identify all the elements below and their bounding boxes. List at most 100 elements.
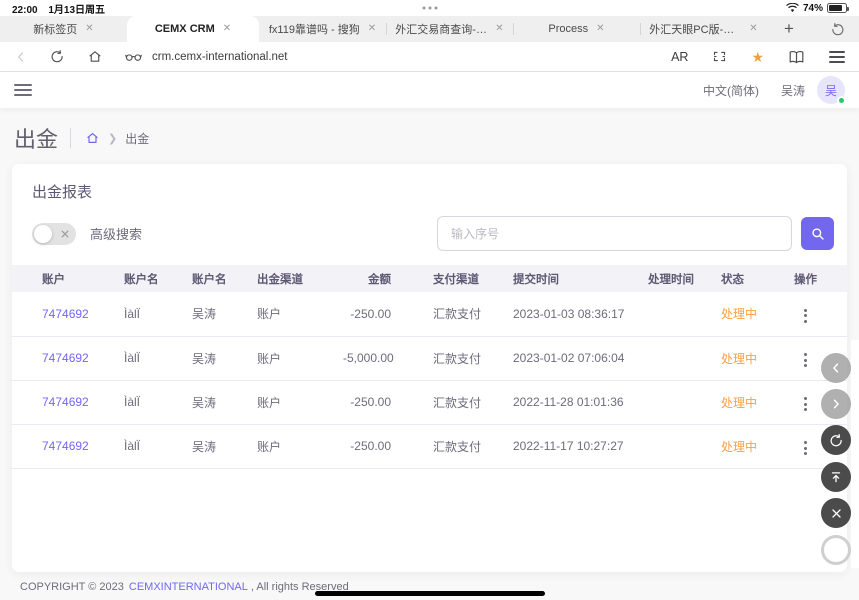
status-bar: 22:00 1月13日周五 74% <box>0 0 859 16</box>
home-icon <box>87 49 103 64</box>
cell-amount: -250.00 <box>331 292 421 336</box>
tab-close-icon[interactable]: ✕ <box>749 24 757 34</box>
brand-link[interactable]: CEMXINTERNATIONAL <box>129 581 248 593</box>
battery-percent: 74% <box>803 3 823 14</box>
app-header: 中文(简体) 吴涛 吴 <box>0 72 859 108</box>
tab-close-icon[interactable]: ✕ <box>85 24 93 34</box>
reload-button[interactable] <box>50 49 65 64</box>
col-header-process-time: 处理时间 <box>636 265 709 292</box>
language-selector[interactable]: 中文(简体) <box>703 82 759 99</box>
cell-submit-time: 2022-11-28 01:01:36 <box>501 380 636 424</box>
row-actions-button[interactable] <box>794 437 817 459</box>
row-actions-button[interactable] <box>794 349 817 371</box>
account-link[interactable]: 7474692 <box>42 395 89 409</box>
float-back-button[interactable] <box>821 353 851 383</box>
advanced-search-label: 高级搜索 <box>90 224 142 243</box>
tab-close-icon[interactable]: ✕ <box>495 24 503 34</box>
tab-title: Process <box>548 23 588 35</box>
browser-tab[interactable]: 外汇天眼PC版-查监管 ✕ <box>640 16 767 42</box>
cell-channel: 账户 <box>245 424 331 468</box>
advanced-search-toggle[interactable] <box>32 223 76 245</box>
withdrawals-table: 账户 账户名 账户名 出金渠道 金额 支付渠道 提交时间 处理时间 状态 操作 … <box>12 265 847 469</box>
restore-tab-button[interactable] <box>815 16 859 42</box>
cell-channel: 账户 <box>245 336 331 380</box>
float-refresh-button[interactable] <box>821 425 851 455</box>
browser-toolbar: crm.cemx-international.net AR ★ <box>0 42 859 72</box>
col-header-submit-time: 提交时间 <box>501 265 636 292</box>
multitask-dots-icon <box>422 7 437 10</box>
browser-menu-button[interactable] <box>829 51 845 63</box>
close-icon <box>830 507 843 520</box>
address-url[interactable]: crm.cemx-international.net <box>152 51 288 63</box>
account-link[interactable]: 7474692 <box>42 351 89 365</box>
table-header-row: 账户 账户名 账户名 出金渠道 金额 支付渠道 提交时间 处理时间 状态 操作 <box>12 265 847 292</box>
cell-process-time <box>636 292 709 336</box>
row-actions-button[interactable] <box>794 305 817 327</box>
card-title: 出金报表 <box>12 164 847 206</box>
chevron-left-icon <box>829 361 843 375</box>
float-assistive-button[interactable] <box>821 535 851 565</box>
reader-mode-button[interactable] <box>125 51 142 63</box>
float-forward-button[interactable] <box>821 389 851 419</box>
reading-list-button[interactable] <box>788 50 805 64</box>
breadcrumb-home-icon[interactable] <box>85 131 100 145</box>
tab-close-icon[interactable]: ✕ <box>596 24 604 34</box>
search-input[interactable] <box>437 216 792 251</box>
reader-glasses-icon <box>125 51 142 63</box>
table-row: 7474692 ÌàlÏ 吴涛 账户 -250.00 汇款支付 2022-11-… <box>12 380 847 424</box>
bookmark-star-icon[interactable]: ★ <box>751 50 764 64</box>
browser-tab[interactable]: fx119靠谱吗 - 搜狗 ✕ <box>259 16 386 42</box>
sidebar-toggle-button[interactable] <box>14 84 32 96</box>
browser-tab[interactable]: CEMX CRM ✕ <box>127 16 259 42</box>
cell-process-time <box>636 380 709 424</box>
col-header-actions: 操作 <box>782 265 847 292</box>
cell-channel: 账户 <box>245 380 331 424</box>
fullscreen-corners-icon <box>712 49 727 64</box>
row-actions-button[interactable] <box>794 393 817 415</box>
cell-submit-time: 2023-01-02 07:06:04 <box>501 336 636 380</box>
browser-tab[interactable]: 新标签页 ✕ <box>0 16 127 42</box>
scrollbar[interactable] <box>851 340 859 568</box>
toggle-off-x-icon <box>61 230 69 238</box>
breadcrumb: 出金 ❯ 出金 <box>0 108 859 164</box>
avatar[interactable]: 吴 <box>817 76 845 104</box>
status-badge: 处理中 <box>721 307 757 321</box>
float-scroll-top-button[interactable] <box>821 462 851 492</box>
col-header-account: 账户 <box>12 265 112 292</box>
cell-payment: 汇款支付 <box>421 380 501 424</box>
col-header-amount: 金额 <box>331 265 421 292</box>
ar-mode-button[interactable]: AR <box>671 50 688 64</box>
footer: COPYRIGHT © 2023 CEMXINTERNATIONAL , All… <box>0 574 859 600</box>
status-right: 74% <box>786 3 847 14</box>
reload-icon <box>50 49 65 64</box>
back-button[interactable] <box>14 50 28 64</box>
tab-close-icon[interactable]: ✕ <box>368 24 376 34</box>
account-link[interactable]: 7474692 <box>42 307 89 321</box>
new-tab-button[interactable]: + <box>767 16 811 42</box>
tab-close-icon[interactable]: ✕ <box>223 24 231 34</box>
browser-tab[interactable]: Process ✕ <box>513 16 640 42</box>
search-button[interactable] <box>801 217 834 250</box>
fullscreen-button[interactable] <box>712 49 727 64</box>
table-row: 7474692 ÌàlÏ 吴涛 账户 -250.00 汇款支付 2022-11-… <box>12 424 847 468</box>
tab-title: 新标签页 <box>33 21 77 37</box>
book-icon <box>788 50 805 64</box>
status-badge: 处理中 <box>721 352 757 366</box>
home-button[interactable] <box>87 49 103 64</box>
float-close-button[interactable] <box>821 498 851 528</box>
date: 1月13日周五 <box>48 5 105 16</box>
home-indicator[interactable] <box>315 591 545 596</box>
account-link[interactable]: 7474692 <box>42 439 89 453</box>
cell-account-name: ÌàlÏ <box>112 292 180 336</box>
tabs-container: 新标签页 ✕ CEMX CRM ✕ fx119靠谱吗 - 搜狗 ✕ 外汇交易商查… <box>0 16 767 42</box>
cell-account-name2: 吴涛 <box>180 336 245 380</box>
page-title: 出金 <box>14 122 58 154</box>
breadcrumb-divider <box>70 128 71 148</box>
breadcrumb-current[interactable]: 出金 <box>125 130 149 147</box>
menu-icon <box>829 51 845 53</box>
cell-amount: -250.00 <box>331 380 421 424</box>
browser-tab[interactable]: 外汇交易商查询-外汇 ✕ <box>386 16 513 42</box>
col-header-account-name2: 账户名 <box>180 265 245 292</box>
status-badge: 处理中 <box>721 440 757 454</box>
cell-submit-time: 2022-11-17 10:27:27 <box>501 424 636 468</box>
